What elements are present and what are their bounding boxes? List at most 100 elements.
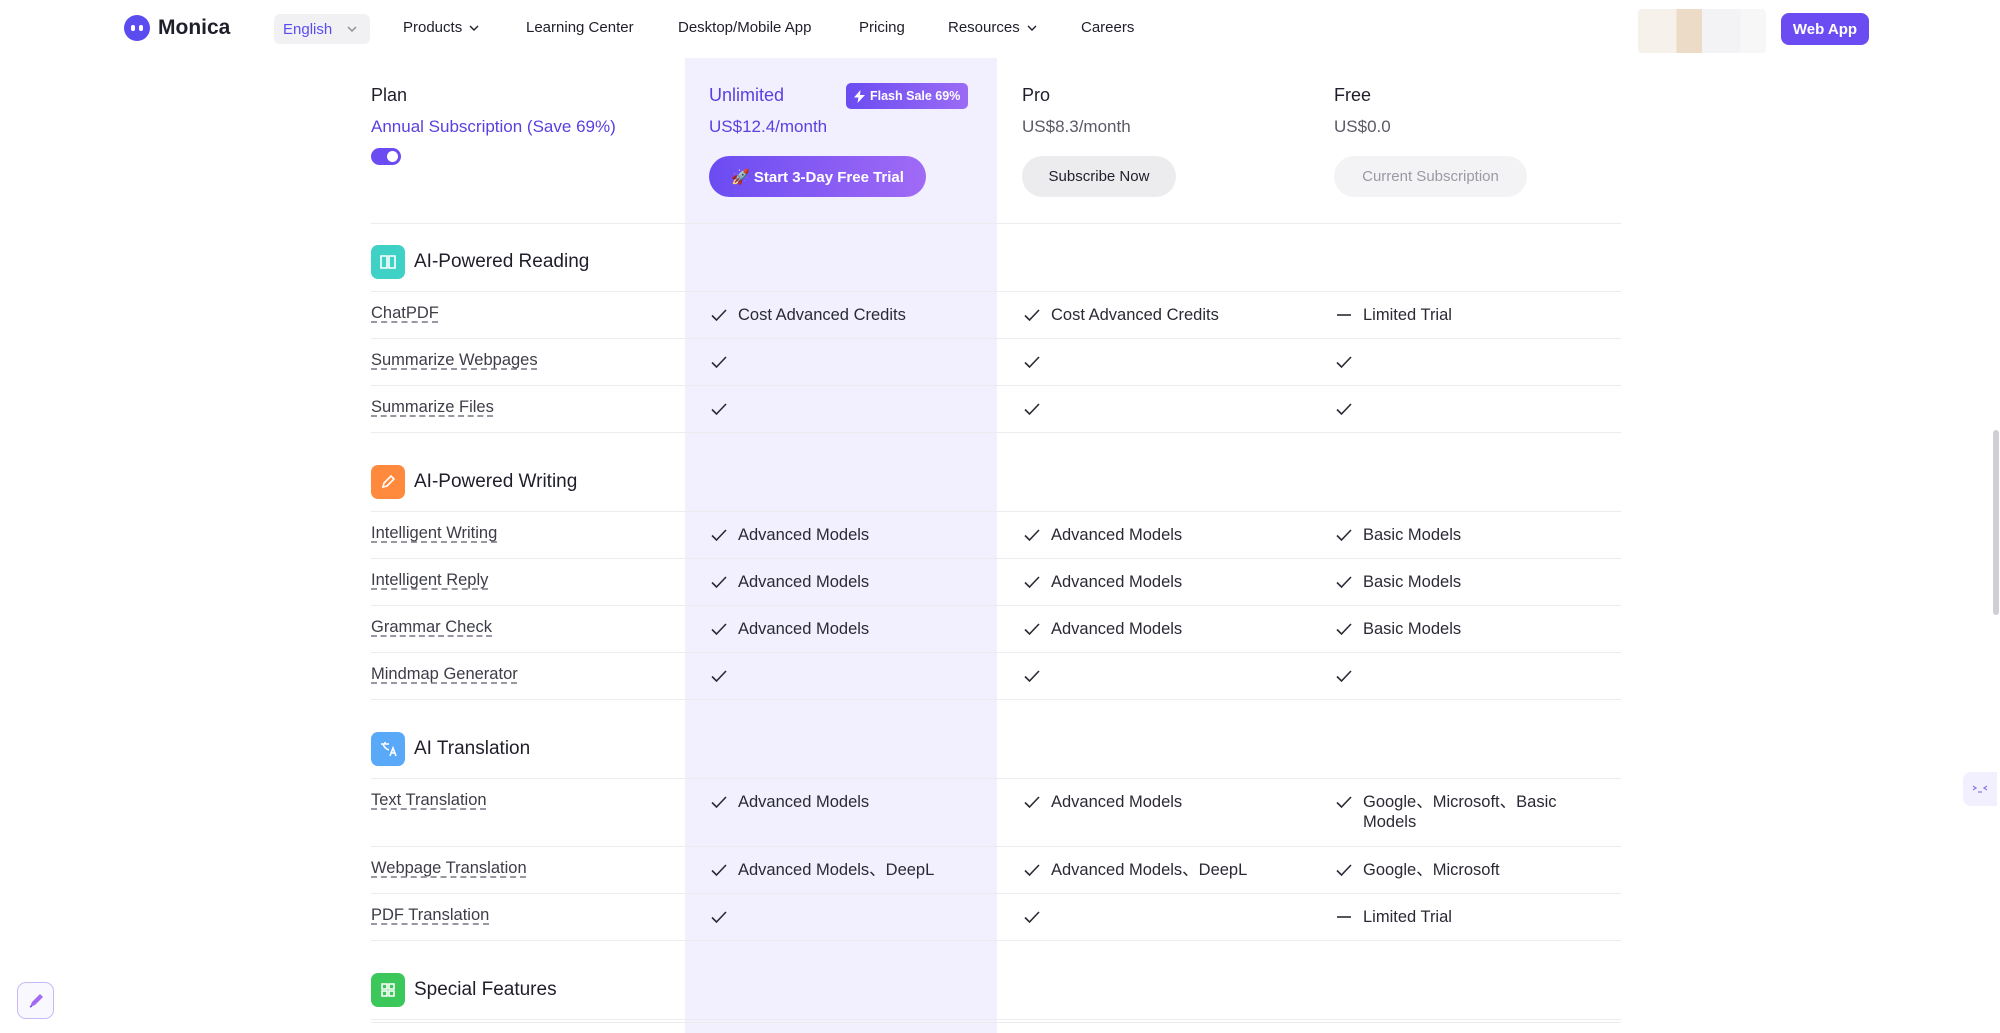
section-icon (371, 245, 405, 279)
cell-mark (1022, 525, 1042, 545)
logo[interactable]: Monica (124, 15, 230, 41)
cell-mark (1022, 399, 1042, 419)
check-icon (1024, 623, 1040, 636)
check-icon (711, 670, 727, 683)
section-heading: AI Translation (371, 732, 530, 766)
check-icon (1024, 576, 1040, 589)
feature-name[interactable]: Grammar Check (371, 618, 492, 637)
cell-mark (1334, 907, 1354, 927)
feature-name[interactable]: Webpage Translation (371, 859, 527, 878)
top-nav: Monica English Products Learning Center … (0, 0, 2000, 58)
nav-careers-label: Careers (1081, 19, 1135, 36)
feature-name[interactable]: Intelligent Reply (371, 571, 488, 590)
current-subscription-button: Current Subscription (1334, 156, 1527, 197)
feature-name[interactable]: Mindmap Generator (371, 665, 518, 684)
check-icon (711, 623, 727, 636)
cell-mark (1022, 907, 1042, 927)
avatar[interactable] (1638, 9, 1766, 53)
language-select[interactable]: English (274, 14, 370, 44)
scrollbar-thumb[interactable] (1993, 430, 1999, 615)
unlimited-cell (709, 352, 729, 372)
nav-pricing[interactable]: Pricing (859, 19, 905, 36)
chevron-down-icon (347, 26, 357, 32)
cell-mark (1334, 860, 1354, 880)
cell-text: Basic Models (1363, 620, 1462, 638)
monica-logo-icon (124, 15, 150, 41)
cell-text: Advanced Models (1051, 620, 1183, 638)
cell-mark (709, 907, 729, 927)
pro-cell: Advanced Models (1022, 792, 1281, 812)
cell-mark (1022, 572, 1042, 592)
cell-mark (1334, 399, 1354, 419)
cell-mark (1334, 619, 1354, 639)
check-icon (1024, 356, 1040, 369)
cell-mark (709, 666, 729, 686)
cell-text: Advanced Models (1051, 793, 1183, 811)
pen-icon (29, 993, 43, 1008)
cell-mark (1334, 352, 1354, 372)
row-divider (371, 432, 1621, 433)
cell-text: Limited Trial (1363, 908, 1452, 926)
row-divider (371, 699, 1621, 700)
cell-text: Limited Trial (1363, 306, 1452, 324)
feature-name[interactable]: PDF Translation (371, 906, 489, 925)
free-cell: Basic Models (1334, 619, 1593, 639)
unlimited-cell: Advanced Models (709, 525, 968, 545)
cell-text: Advanced Models、DeepL (738, 861, 935, 879)
feature-name[interactable]: ChatPDF (371, 304, 439, 323)
nav-careers[interactable]: Careers (1081, 19, 1134, 36)
free-cell (1334, 666, 1354, 686)
cell-mark (1022, 619, 1042, 639)
free-cell: Google、Microsoft、Basic Models (1334, 792, 1593, 832)
feature-name[interactable]: Intelligent Writing (371, 524, 497, 543)
brand-name: Monica (158, 16, 231, 39)
cell-mark (709, 619, 729, 639)
check-icon (1336, 796, 1352, 809)
section-heading: AI-Powered Reading (371, 245, 589, 279)
free-cell (1334, 399, 1354, 419)
unlimited-cell: Cost Advanced Credits (709, 305, 968, 325)
check-icon (1336, 670, 1352, 683)
floating-write-button[interactable] (17, 982, 54, 1019)
dash-icon (1337, 916, 1351, 918)
nav-desktop-mobile-app-label: Desktop/Mobile App (678, 19, 812, 36)
unlimited-cell (709, 399, 729, 419)
row-divider (371, 1019, 1621, 1020)
cell-mark (1022, 792, 1042, 812)
free-cell: Limited Trial (1334, 305, 1593, 325)
cell-text: Advanced Models (738, 573, 870, 591)
pencil-icon (381, 474, 396, 489)
feature-name[interactable]: Text Translation (371, 791, 487, 810)
check-icon (711, 796, 727, 809)
nav-desktop-mobile-app[interactable]: Desktop/Mobile App (678, 19, 811, 36)
flash-sale-label: Flash Sale 69% (870, 89, 961, 103)
feature-name[interactable]: Summarize Files (371, 398, 494, 417)
subscribe-now-button[interactable]: Subscribe Now (1022, 156, 1176, 197)
unlimited-cell: Advanced Models、DeepL (709, 860, 968, 880)
unlimited-cell: Advanced Models (709, 792, 968, 812)
cell-text: Advanced Models (738, 620, 870, 638)
web-app-button[interactable]: Web App (1781, 13, 1869, 45)
row-divider (371, 652, 1621, 653)
nav-learning-center[interactable]: Learning Center (526, 19, 634, 36)
nav-resources[interactable]: Resources (948, 19, 1038, 36)
start-free-trial-button[interactable]: 🚀 Start 3-Day Free Trial (709, 156, 926, 197)
nav-products[interactable]: Products (403, 19, 480, 36)
check-icon (1336, 623, 1352, 636)
cell-mark (1334, 792, 1354, 812)
lightning-icon (854, 89, 865, 103)
chevron-down-icon (1027, 25, 1037, 31)
pro-cell: Advanced Models (1022, 525, 1281, 545)
pro-cell: Cost Advanced Credits (1022, 305, 1281, 325)
annual-billing-toggle[interactable] (371, 148, 401, 165)
row-divider (371, 511, 1621, 512)
cell-text: Basic Models (1363, 526, 1462, 544)
row-divider (371, 385, 1621, 386)
feature-name[interactable]: Summarize Webpages (371, 351, 538, 370)
check-icon (1024, 529, 1040, 542)
side-assistant-tab[interactable] (1963, 772, 1997, 806)
check-icon (1024, 864, 1040, 877)
monica-face-icon (1972, 785, 1988, 793)
cell-mark (709, 792, 729, 812)
row-divider (371, 338, 1621, 339)
